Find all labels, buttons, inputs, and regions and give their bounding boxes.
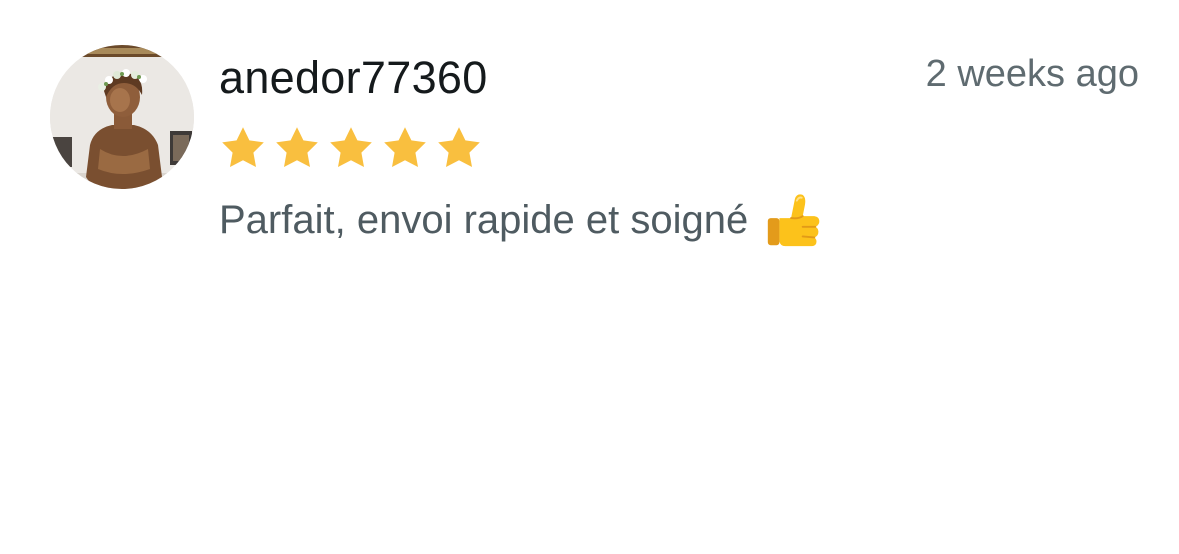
- star-rating: [219, 124, 483, 172]
- review-card: anedor77360 2 weeks ago Parfait, envoi r…: [0, 0, 1179, 554]
- star-icon: [435, 124, 483, 172]
- review-comment-text: Parfait, envoi rapide et soigné: [219, 198, 749, 242]
- user-avatar[interactable]: [50, 45, 194, 189]
- star-icon: [327, 124, 375, 172]
- review-username[interactable]: anedor77360: [219, 50, 488, 106]
- star-icon: [273, 124, 321, 172]
- star-icon: [219, 124, 267, 172]
- thumbs-up-icon: [762, 189, 824, 251]
- avatar-image: [50, 45, 194, 189]
- star-icon: [381, 124, 429, 172]
- review-timestamp: 2 weeks ago: [925, 53, 1139, 95]
- review-comment: Parfait, envoi rapide et soigné: [219, 189, 824, 251]
